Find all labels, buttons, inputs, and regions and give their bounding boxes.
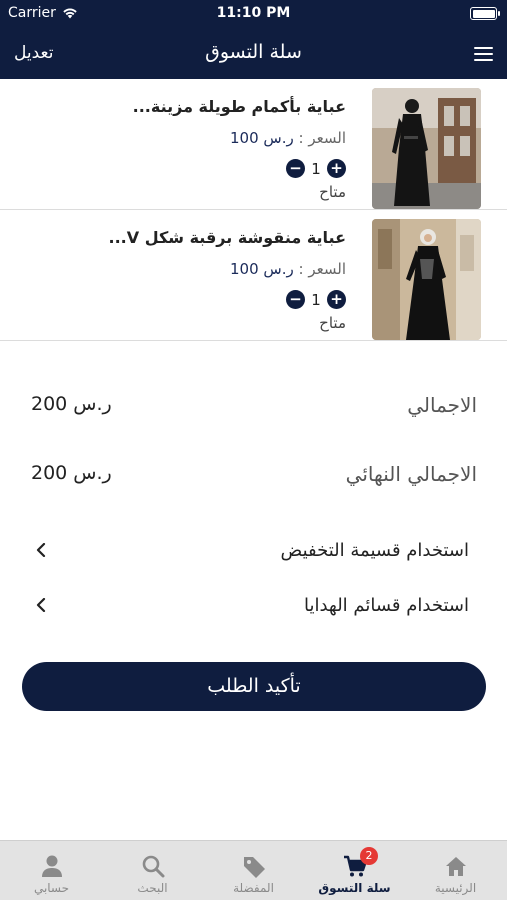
tab-label: المفضلة [233, 881, 274, 895]
tab-label: البحث [137, 881, 168, 895]
tab-account[interactable]: حسابي [1, 841, 102, 900]
tab-cart[interactable]: 2 سلة التسوق [304, 841, 405, 900]
price-row: السعر : ر.س 100 [230, 260, 346, 278]
total-label: الاجمالي [407, 393, 477, 417]
increase-button[interactable]: + [327, 290, 346, 309]
final-total-value: ر.س 200 [31, 462, 112, 484]
tab-label: الرئيسية [434, 881, 477, 895]
price-value: ر.س 100 [230, 260, 294, 278]
battery-icon [470, 7, 500, 20]
increase-button[interactable]: + [327, 159, 346, 178]
quantity-value: 1 [311, 159, 321, 178]
price-label: السعر : [298, 260, 346, 278]
page-title: سلة التسوق [205, 41, 302, 63]
discount-coupon-label: استخدام قسيمة التخفيض [280, 540, 469, 561]
nav-bar: تعديل سلة التسوق [0, 28, 507, 79]
price-label: السعر : [298, 129, 346, 147]
gift-voucher-label: استخدام قسائم الهدايا [303, 595, 469, 616]
product-name[interactable]: عباية منقوشة برقبة شكل V... [109, 228, 347, 247]
search-icon [142, 855, 164, 878]
status-bar: Carrier 11:10 PM [0, 0, 507, 28]
final-total-row: الاجمالي النهائي ر.س 200 [0, 454, 507, 494]
tab-favorites[interactable]: المفضلة [203, 841, 304, 900]
decrease-button[interactable]: − [286, 290, 305, 309]
discount-coupon-row[interactable]: استخدام قسيمة التخفيض [0, 531, 507, 571]
gift-voucher-row[interactable]: استخدام قسائم الهدايا [0, 586, 507, 626]
menu-icon[interactable] [474, 47, 493, 63]
product-image[interactable] [372, 219, 481, 340]
final-total-label: الاجمالي النهائي [345, 462, 477, 486]
chevron-left-icon [36, 598, 46, 612]
cart-item[interactable]: عباية منقوشة برقبة شكل V... السعر : ر.س … [0, 210, 507, 341]
cart-count-badge: 2 [360, 847, 378, 865]
tab-home[interactable]: الرئيسية [405, 841, 506, 900]
stock-status: متاح [319, 183, 346, 201]
total-row: الاجمالي ر.س 200 [0, 385, 507, 425]
tab-search[interactable]: البحث [102, 841, 203, 900]
tag-icon [243, 857, 265, 878]
decrease-button[interactable]: − [286, 159, 305, 178]
quantity-stepper: − 1 + [286, 159, 346, 178]
stock-status: متاح [319, 314, 346, 332]
tab-label: سلة التسوق [318, 881, 391, 895]
clock: 11:10 PM [216, 5, 291, 21]
price-row: السعر : ر.س 100 [230, 129, 346, 147]
product-image[interactable] [372, 88, 481, 209]
tab-label: حسابي [33, 881, 70, 895]
cart-item[interactable]: عباية بأكمام طويلة مزينة... السعر : ر.س … [0, 79, 507, 210]
chevron-left-icon [36, 543, 46, 557]
app-header: Carrier 11:10 PM تعديل سلة التسوق [0, 0, 507, 79]
confirm-order-button[interactable]: تأكيد الطلب [22, 662, 486, 711]
quantity-value: 1 [311, 290, 321, 309]
price-value: ر.س 100 [230, 129, 294, 147]
tab-bar: الرئيسية 2 سلة التسوق المفضلة البحث حساب… [0, 840, 507, 900]
home-icon [445, 857, 466, 876]
total-value: ر.س 200 [31, 393, 112, 415]
quantity-stepper: − 1 + [286, 290, 346, 309]
person-icon [41, 855, 62, 877]
product-name[interactable]: عباية بأكمام طويلة مزينة... [133, 97, 346, 116]
